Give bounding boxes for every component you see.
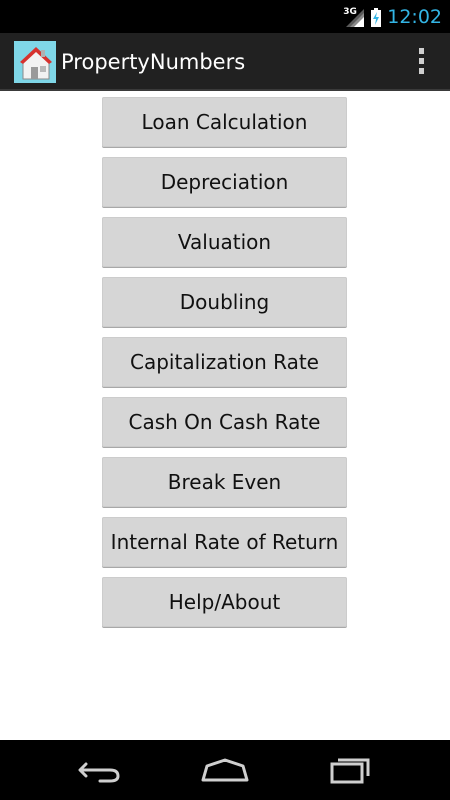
loan-calculation-button[interactable]: Loan Calculation: [102, 97, 347, 147]
help-about-button[interactable]: Help/About: [102, 577, 347, 627]
internal-rate-of-return-button[interactable]: Internal Rate of Return: [102, 517, 347, 567]
battery-charging-icon: [371, 7, 382, 27]
clock: 12:02: [387, 5, 442, 28]
cash-on-cash-rate-button[interactable]: Cash On Cash Rate: [102, 397, 347, 447]
recent-apps-icon[interactable]: [320, 750, 380, 790]
menu-dot: [418, 58, 424, 64]
app-title: PropertyNumbers: [61, 50, 246, 74]
valuation-button[interactable]: Valuation: [102, 217, 347, 267]
menu-dot: [418, 68, 424, 74]
status-icons: 3G 12:02: [343, 0, 442, 33]
capitalization-rate-button[interactable]: Capitalization Rate: [102, 337, 347, 387]
house-icon[interactable]: [14, 41, 56, 83]
action-bar: PropertyNumbers: [0, 33, 450, 91]
menu-dot: [418, 48, 424, 54]
screen: 3G 12:02 PropertyNumbers Loan Calculatio…: [0, 0, 450, 800]
depreciation-button[interactable]: Depreciation: [102, 157, 347, 207]
signal-icon: 3G: [343, 5, 365, 29]
main-menu: Loan Calculation Depreciation Valuation …: [0, 91, 450, 740]
doubling-button[interactable]: Doubling: [102, 277, 347, 327]
back-icon[interactable]: [70, 750, 130, 790]
home-icon[interactable]: [195, 750, 255, 790]
navigation-bar: [0, 740, 450, 800]
status-bar: 3G 12:02: [0, 0, 450, 33]
break-even-button[interactable]: Break Even: [102, 457, 347, 507]
overflow-menu-icon[interactable]: [412, 45, 430, 77]
